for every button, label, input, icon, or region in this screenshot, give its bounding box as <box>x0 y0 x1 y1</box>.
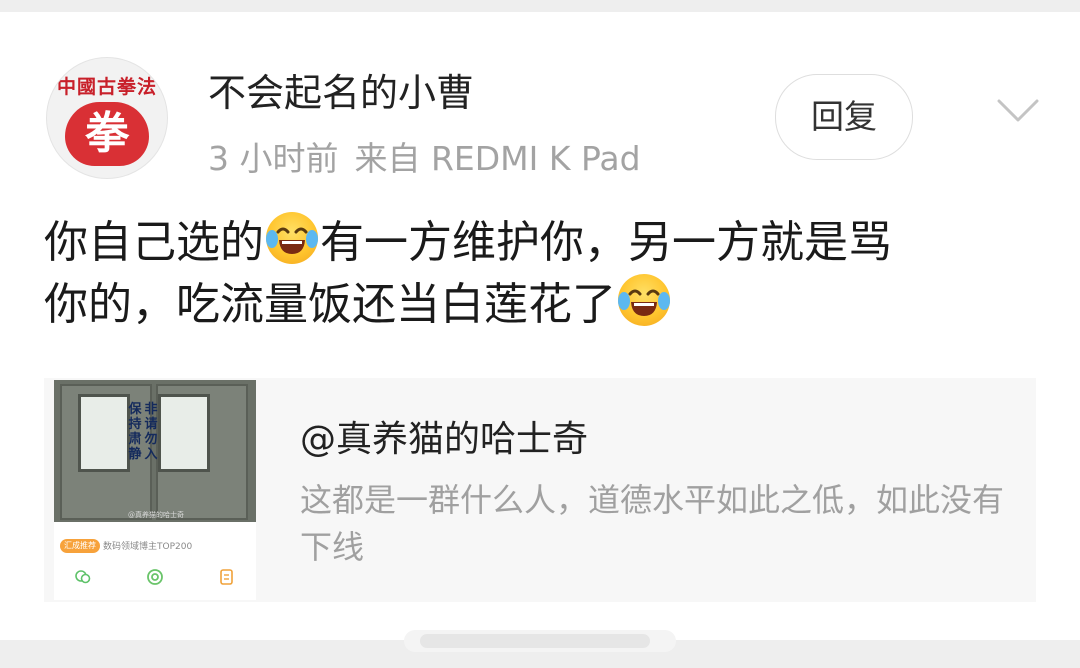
post-text-segment: 你自己选的 <box>44 217 264 268</box>
top-separator <box>0 0 1080 12</box>
thumbnail-tag: 汇成推荐 <box>60 538 100 553</box>
door-window-right <box>158 394 210 472</box>
thumbnail-watermark: @真养猫的哈士奇 <box>128 511 184 519</box>
laughing-tears-emoji-icon <box>618 274 670 326</box>
thumbnail-tag-row: 汇成推荐 数码领域博主TOP200 <box>60 535 193 553</box>
wechat-icon <box>75 570 91 584</box>
avatar-seal: 拳 <box>65 102 149 166</box>
quoted-post-author[interactable]: @真养猫的哈士奇 <box>300 410 588 462</box>
laughing-tears-emoji-icon <box>266 212 318 264</box>
quoted-post-text: 这都是一群什么人，道德水平如此之低，如此没有下线 <box>300 481 1005 566</box>
blurred-watermark <box>404 630 676 652</box>
post-source: 来自 REDMI K Pad <box>354 139 641 178</box>
door-window-left <box>78 394 130 472</box>
reply-button[interactable]: 回复 <box>775 74 913 160</box>
door-sign-no-entry: 非请勿入 <box>144 402 158 462</box>
door-sign-quiet: 保持肃静 <box>128 402 142 462</box>
username[interactable]: 不会起名的小曹 <box>208 62 474 117</box>
thumbnail-photo: 保持肃静 非请勿入 @真养猫的哈士奇 <box>54 380 256 522</box>
post-text-segment: 你的，吃流量饭还当白莲花了 <box>44 279 616 330</box>
thumbnail-tag-text: 数码领域博主TOP200 <box>103 542 193 552</box>
copy-link-icon <box>220 569 233 585</box>
quoted-post-thumbnail[interactable]: 保持肃静 非请勿入 @真养猫的哈士奇 汇成推荐 数码领域博主TOP200 <box>54 380 256 600</box>
post-text-segment: 有一方维护你，另一方就是骂 <box>320 217 892 268</box>
moments-icon <box>147 569 163 585</box>
avatar-ring-text: 中國古拳法 <box>56 76 157 98</box>
post-content: 你自己选的 有一方维护你，另一方就是骂 你的，吃流量饭还当白莲花了 <box>44 212 1054 336</box>
post-time: 3 小时前 <box>208 139 339 178</box>
chevron-down-icon[interactable] <box>996 96 1040 126</box>
post-meta: 3 小时前 来自 REDMI K Pad <box>208 132 641 180</box>
avatar[interactable]: 中國古拳法 拳 <box>46 57 168 179</box>
